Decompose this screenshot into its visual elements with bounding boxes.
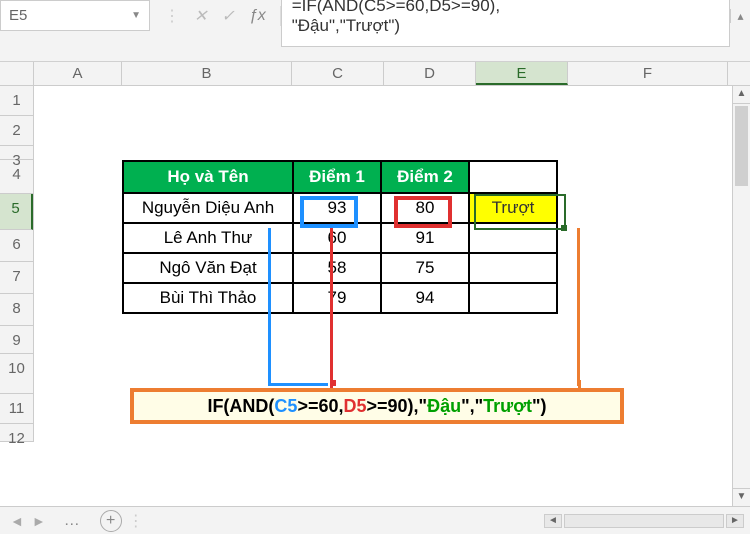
explain-suffix: ") xyxy=(532,396,547,417)
formula-explain-box: IF(AND( C5 >=60, D5 >=90)," Đậu "," Trượ… xyxy=(130,388,624,424)
scroll-up-icon[interactable]: ▲ xyxy=(733,86,750,104)
row-header-11[interactable]: 11 xyxy=(0,394,33,424)
sheet-tab-bar: ◄ ► … + ⋮ ◄ ► xyxy=(0,506,750,534)
col-header-E[interactable]: E xyxy=(476,62,568,85)
explain-d5: D5 xyxy=(343,396,366,417)
scroll-left-icon[interactable]: ◄ xyxy=(544,514,562,528)
row-header-2[interactable]: 2 xyxy=(0,116,33,146)
col-header-D[interactable]: D xyxy=(384,62,476,85)
col-header-A[interactable]: A xyxy=(34,62,122,85)
row-header-5[interactable]: 5 xyxy=(0,194,33,230)
cell-result[interactable] xyxy=(469,253,557,283)
cell-name[interactable]: Lê Anh Thư xyxy=(123,223,293,253)
table-header-row: Họ và Tên Điểm 1 Điểm 2 Kết quả xyxy=(123,161,557,193)
cancel-icon[interactable]: ✕ xyxy=(194,6,207,26)
row-header-4[interactable]: 4 xyxy=(0,160,33,194)
cell-score2[interactable]: 91 xyxy=(381,223,469,253)
col-header-F[interactable]: F xyxy=(568,62,728,85)
row-header-6[interactable]: 6 xyxy=(0,230,33,262)
formula-input[interactable]: =IF(AND(C5>=60,D5>=90), "Đậu","Trượt") xyxy=(281,0,730,47)
col-header-B[interactable]: B xyxy=(122,62,292,85)
explain-truot: Trượt xyxy=(483,396,532,417)
data-table: Họ và Tên Điểm 1 Điểm 2 Kết quả Nguyễn D… xyxy=(122,160,558,314)
col-header-C[interactable]: C xyxy=(292,62,384,85)
cell-score2[interactable]: 80 xyxy=(381,193,469,223)
explain-mid3: "," xyxy=(461,396,483,417)
scroll-right-icon[interactable]: ► xyxy=(726,514,744,528)
select-all-corner[interactable] xyxy=(0,62,34,85)
sheet-nav: ◄ ► xyxy=(0,513,56,529)
table-row: Nguyễn Diệu Anh 93 80 Trượt xyxy=(123,193,557,223)
row-header-1[interactable]: 1 xyxy=(0,86,33,116)
name-box-value: E5 xyxy=(9,7,131,24)
cells-area[interactable]: Họ và Tên Điểm 1 Điểm 2 Kết quả Nguyễn D… xyxy=(34,86,750,442)
hscroll-track[interactable] xyxy=(564,514,724,528)
cell-score2[interactable]: 75 xyxy=(381,253,469,283)
cell-result[interactable] xyxy=(469,223,557,253)
header-score1[interactable]: Điểm 1 xyxy=(293,161,381,193)
cell-name[interactable]: Nguyễn Diệu Anh xyxy=(123,193,293,223)
vertical-scrollbar[interactable]: ▲ ▼ xyxy=(732,86,750,506)
add-sheet-icon[interactable]: + xyxy=(100,510,122,532)
cell-score1[interactable]: 60 xyxy=(293,223,381,253)
spreadsheet-grid: 1 2 3 4 5 6 7 8 9 10 11 12 Họ và Tên Điể… xyxy=(0,86,750,442)
header-name[interactable]: Họ và Tên xyxy=(123,161,293,193)
explain-mid1: >=60, xyxy=(297,396,343,417)
horizontal-scrollbar[interactable]: ◄ ► xyxy=(150,514,750,528)
cell-score1[interactable]: 79 xyxy=(293,283,381,313)
sheet-dots[interactable]: … xyxy=(56,512,88,530)
row-headers: 1 2 3 4 5 6 7 8 9 10 11 12 xyxy=(0,86,34,442)
explain-c5: C5 xyxy=(274,396,297,417)
cell-result[interactable]: Trượt xyxy=(469,193,557,223)
cell-score1[interactable]: 93 xyxy=(293,193,381,223)
formula-text-line2: "Đậu","Trượt") xyxy=(292,16,719,36)
fx-icon[interactable]: ƒx xyxy=(249,7,266,25)
sheet-next-icon[interactable]: ► xyxy=(32,513,46,529)
divider-icon: ⋮ xyxy=(122,511,150,531)
cell-result[interactable] xyxy=(469,283,557,313)
scroll-thumb[interactable] xyxy=(735,106,748,186)
row-header-7[interactable]: 7 xyxy=(0,262,33,294)
chevron-down-icon[interactable]: ▼ xyxy=(131,10,141,21)
divider-icon: ⋮ xyxy=(164,6,180,26)
formula-bar-buttons: ⋮ ✕ ✓ ƒx xyxy=(150,6,281,26)
formula-bar: E5 ▼ ⋮ ✕ ✓ ƒx =IF(AND(C5>=60,D5>=90), "Đ… xyxy=(0,0,750,62)
connector-red-tail xyxy=(330,380,333,388)
header-score2[interactable]: Điểm 2 xyxy=(381,161,469,193)
row-header-8[interactable]: 8 xyxy=(0,294,33,326)
table-row: Ngô Văn Đạt 58 75 xyxy=(123,253,557,283)
connector-orange-tail xyxy=(578,380,581,388)
explain-mid2: >=90)," xyxy=(367,396,428,417)
row-header-10[interactable]: 10 xyxy=(0,354,33,394)
cell-score1[interactable]: 58 xyxy=(293,253,381,283)
table-row: Bùi Thì Thảo 79 94 xyxy=(123,283,557,313)
accept-icon[interactable]: ✓ xyxy=(221,6,234,26)
cell-name[interactable]: Bùi Thì Thảo xyxy=(123,283,293,313)
fill-handle[interactable] xyxy=(561,225,567,231)
sheet-prev-icon[interactable]: ◄ xyxy=(10,513,24,529)
formula-expand-icon[interactable]: ▴ xyxy=(730,9,750,23)
header-result[interactable]: Kết quả xyxy=(469,161,557,193)
cell-name[interactable]: Ngô Văn Đạt xyxy=(123,253,293,283)
table-row: Lê Anh Thư 60 91 xyxy=(123,223,557,253)
formula-text-line1: =IF(AND(C5>=60,D5>=90), xyxy=(292,0,719,16)
explain-prefix: IF(AND( xyxy=(207,396,274,417)
name-box[interactable]: E5 ▼ xyxy=(0,0,150,31)
scroll-down-icon[interactable]: ▼ xyxy=(733,488,750,506)
explain-dau: Đậu xyxy=(427,396,461,417)
cell-score2[interactable]: 94 xyxy=(381,283,469,313)
column-headers: A B C D E F xyxy=(0,62,750,86)
row-header-9[interactable]: 9 xyxy=(0,326,33,354)
row-header-12[interactable]: 12 xyxy=(0,424,33,442)
row-header-3[interactable]: 3 xyxy=(0,146,33,160)
